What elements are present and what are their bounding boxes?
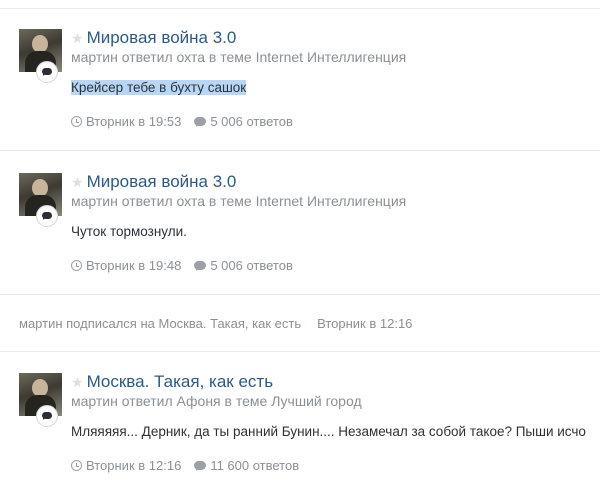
activity-time: Вторник в 12:16 bbox=[317, 316, 413, 331]
post-replies-label: 5 006 ответов bbox=[210, 258, 293, 273]
post-time-label: Вторник в 19:53 bbox=[86, 114, 182, 129]
post-time[interactable]: Вторник в 12:16 bbox=[71, 458, 181, 473]
bubble-tail bbox=[43, 417, 46, 420]
selected-text: Крейсер тебе в бухту сашок bbox=[71, 80, 247, 95]
post-body: Крейсер тебе в бухту сашок bbox=[71, 80, 247, 95]
post-title-row: ★ Мировая война 3.0 bbox=[71, 171, 236, 193]
post-title-row: ★ Москва. Такая, как есть bbox=[71, 371, 273, 393]
comment-icon bbox=[194, 117, 207, 127]
post-replies[interactable]: 5 006 ответов bbox=[194, 114, 293, 129]
comment-icon bbox=[194, 461, 207, 471]
post-title[interactable]: Мировая война 3.0 bbox=[87, 171, 237, 193]
comment-icon bbox=[194, 261, 207, 271]
post-replies-label: 5 006 ответов bbox=[210, 114, 293, 129]
top-divider bbox=[0, 8, 600, 9]
star-icon[interactable]: ★ bbox=[71, 171, 84, 193]
star-icon[interactable]: ★ bbox=[71, 371, 84, 393]
post-time[interactable]: Вторник в 19:53 bbox=[71, 114, 181, 129]
post-meta: мартин ответил охта в теме Internet Инте… bbox=[71, 193, 407, 209]
clock-icon bbox=[71, 116, 82, 127]
post-body: Мляяяяя... Дерник, да ты ранний Бунин...… bbox=[71, 424, 586, 439]
post-footer: Вторник в 12:16 11 600 ответов bbox=[71, 458, 299, 473]
post-title-row: ★ Мировая война 3.0 bbox=[71, 27, 236, 49]
post-replies-label: 11 600 ответов bbox=[210, 458, 300, 473]
post-body: Чуток тормознули. bbox=[71, 224, 187, 239]
post-time-label: Вторник в 12:16 bbox=[86, 458, 182, 473]
comment-bubble-icon bbox=[36, 61, 58, 83]
bubble-tail bbox=[43, 73, 46, 76]
post-footer: Вторник в 19:48 5 006 ответов bbox=[71, 258, 293, 273]
star-icon[interactable]: ★ bbox=[71, 27, 84, 49]
post-time-label: Вторник в 19:48 bbox=[86, 258, 182, 273]
activity-text[interactable]: мартин подписался на Москва. Такая, как … bbox=[19, 316, 301, 331]
clock-icon bbox=[71, 460, 82, 471]
post-footer: Вторник в 19:53 5 006 ответов bbox=[71, 114, 293, 129]
post-replies[interactable]: 5 006 ответов bbox=[194, 258, 293, 273]
bubble-tail bbox=[43, 217, 46, 220]
clock-icon bbox=[71, 260, 82, 271]
post-title[interactable]: Мировая война 3.0 bbox=[87, 27, 237, 49]
subscription-activity: мартин подписался на Москва. Такая, как … bbox=[19, 316, 412, 331]
post-meta: мартин ответил охта в теме Internet Инте… bbox=[71, 49, 407, 65]
post-title[interactable]: Москва. Такая, как есть bbox=[87, 371, 274, 393]
post-time[interactable]: Вторник в 19:48 bbox=[71, 258, 181, 273]
comment-bubble-icon bbox=[36, 405, 58, 427]
post-meta: мартин ответил Афоня в теме Лучший город bbox=[71, 393, 362, 409]
post-divider bbox=[0, 294, 600, 295]
post-replies[interactable]: 11 600 ответов bbox=[194, 458, 299, 473]
comment-bubble-icon bbox=[36, 205, 58, 227]
post-divider bbox=[0, 150, 600, 151]
post-divider bbox=[0, 351, 600, 352]
